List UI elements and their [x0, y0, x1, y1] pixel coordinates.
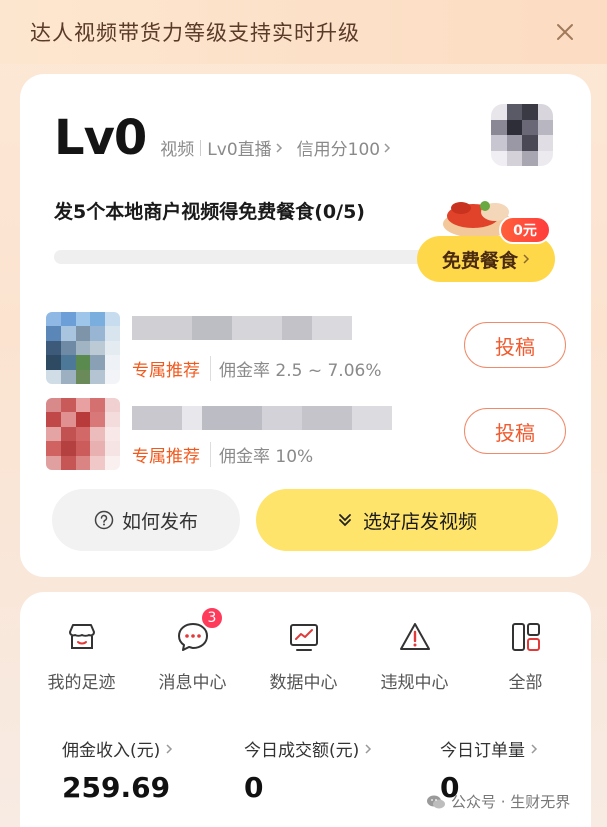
nav-label: 违规中心 — [380, 673, 449, 693]
banner-text: 达人视频带货力等级支持实时升级 — [30, 21, 360, 45]
nav-label: 全部 — [508, 673, 543, 693]
chevron-right-icon — [165, 743, 173, 755]
product-meta: 专属推荐 佣金率 2.5 ~ 7.06% — [132, 356, 382, 381]
nav-item-violations[interactable]: 违规中心 — [359, 618, 470, 693]
wechat-icon — [426, 794, 446, 810]
upgrade-banner: 达人视频带货力等级支持实时升级 — [0, 0, 607, 64]
chevron-right-icon — [275, 142, 283, 154]
stat-commission[interactable]: 佣金收入(元) 259.69 — [62, 736, 173, 804]
coupon-badge: 0元 — [499, 216, 551, 244]
nav-label: 我的足迹 — [47, 673, 116, 693]
task-title: 发5个本地商户视频得免费餐食(0/5) — [54, 201, 365, 223]
product-thumbnail — [46, 312, 120, 384]
message-badge: 3 — [200, 606, 224, 630]
nav-label: 消息中心 — [158, 673, 227, 693]
nav-item-all[interactable]: 全部 — [470, 618, 581, 693]
pick-store-label: 选好店发视频 — [362, 510, 477, 533]
chevron-right-icon — [364, 743, 372, 755]
product-name-blurred — [132, 316, 352, 340]
store-icon — [63, 618, 101, 656]
free-meal-label: 免费餐食 — [441, 249, 518, 272]
pick-store-video-button[interactable]: 选好店发视频 — [256, 489, 558, 551]
stat-value: 0 — [244, 771, 264, 804]
meta-live-level[interactable]: Lv0直播 — [207, 135, 271, 160]
avatar[interactable] — [491, 104, 553, 166]
stat-label-text: 今日成交额(元) — [244, 741, 360, 761]
divider — [200, 139, 202, 156]
stat-gmv[interactable]: 今日成交额(元) 0 — [244, 736, 372, 804]
product-item[interactable]: 专属推荐 佣金率 2.5 ~ 7.06% 投稿 — [46, 312, 566, 388]
product-thumbnail — [46, 398, 120, 470]
quick-nav: 我的足迹 3 消息中心 数据中心 违规中心 全部 — [20, 606, 591, 693]
level-card: Lv0 视频 Lv0直播 信用分100 发5个本地商户视频得免费餐食(0/5) … — [20, 74, 591, 577]
nav-item-footprint[interactable]: 我的足迹 — [26, 618, 137, 693]
watermark-text: 公众号 · 生财无界 — [451, 793, 571, 811]
stat-label: 今日成交额(元) — [244, 736, 372, 761]
grid-icon — [507, 618, 545, 656]
level-value: Lv0 — [54, 110, 147, 166]
stat-label: 今日订单量 — [440, 736, 538, 761]
double-chevron-down-icon — [337, 512, 353, 528]
watermark: 公众号 · 生财无界 — [426, 791, 570, 812]
stat-value: 259.69 — [62, 771, 171, 804]
meta-video: 视频 — [160, 140, 195, 160]
post-button[interactable]: 投稿 — [464, 408, 566, 454]
chart-monitor-icon — [285, 618, 323, 656]
level-meta: 视频 Lv0直播 信用分100 — [160, 135, 391, 160]
commission-rate: 佣金率 2.5 ~ 7.06% — [210, 356, 382, 381]
level-row: Lv0 视频 Lv0直播 信用分100 — [54, 114, 391, 162]
close-icon[interactable] — [549, 16, 581, 48]
post-button[interactable]: 投稿 — [464, 322, 566, 368]
product-item[interactable]: 专属推荐 佣金率 10% 投稿 — [46, 398, 566, 474]
how-to-label: 如何发布 — [121, 510, 198, 533]
chevron-right-icon — [530, 743, 538, 755]
product-name-blurred — [132, 406, 392, 430]
chevron-right-icon — [383, 142, 391, 154]
task-progress-bar — [54, 250, 434, 264]
stat-label-text: 佣金收入(元) — [62, 741, 161, 761]
meta-credit-score[interactable]: 信用分100 — [297, 135, 380, 160]
warning-icon — [396, 618, 434, 656]
question-icon — [94, 510, 114, 530]
recommend-tag: 专属推荐 — [132, 447, 200, 467]
nav-item-messages[interactable]: 3 消息中心 — [137, 606, 248, 693]
nav-label: 数据中心 — [269, 673, 338, 693]
commission-rate: 佣金率 10% — [210, 442, 313, 467]
recommend-tag: 专属推荐 — [132, 361, 200, 381]
stat-label-text: 今日订单量 — [440, 741, 525, 761]
how-to-publish-button[interactable]: 如何发布 — [52, 489, 240, 551]
stat-label: 佣金收入(元) — [62, 736, 173, 761]
chevron-right-icon — [522, 253, 530, 265]
product-meta: 专属推荐 佣金率 10% — [132, 442, 313, 467]
nav-item-data-center[interactable]: 数据中心 — [248, 618, 359, 693]
